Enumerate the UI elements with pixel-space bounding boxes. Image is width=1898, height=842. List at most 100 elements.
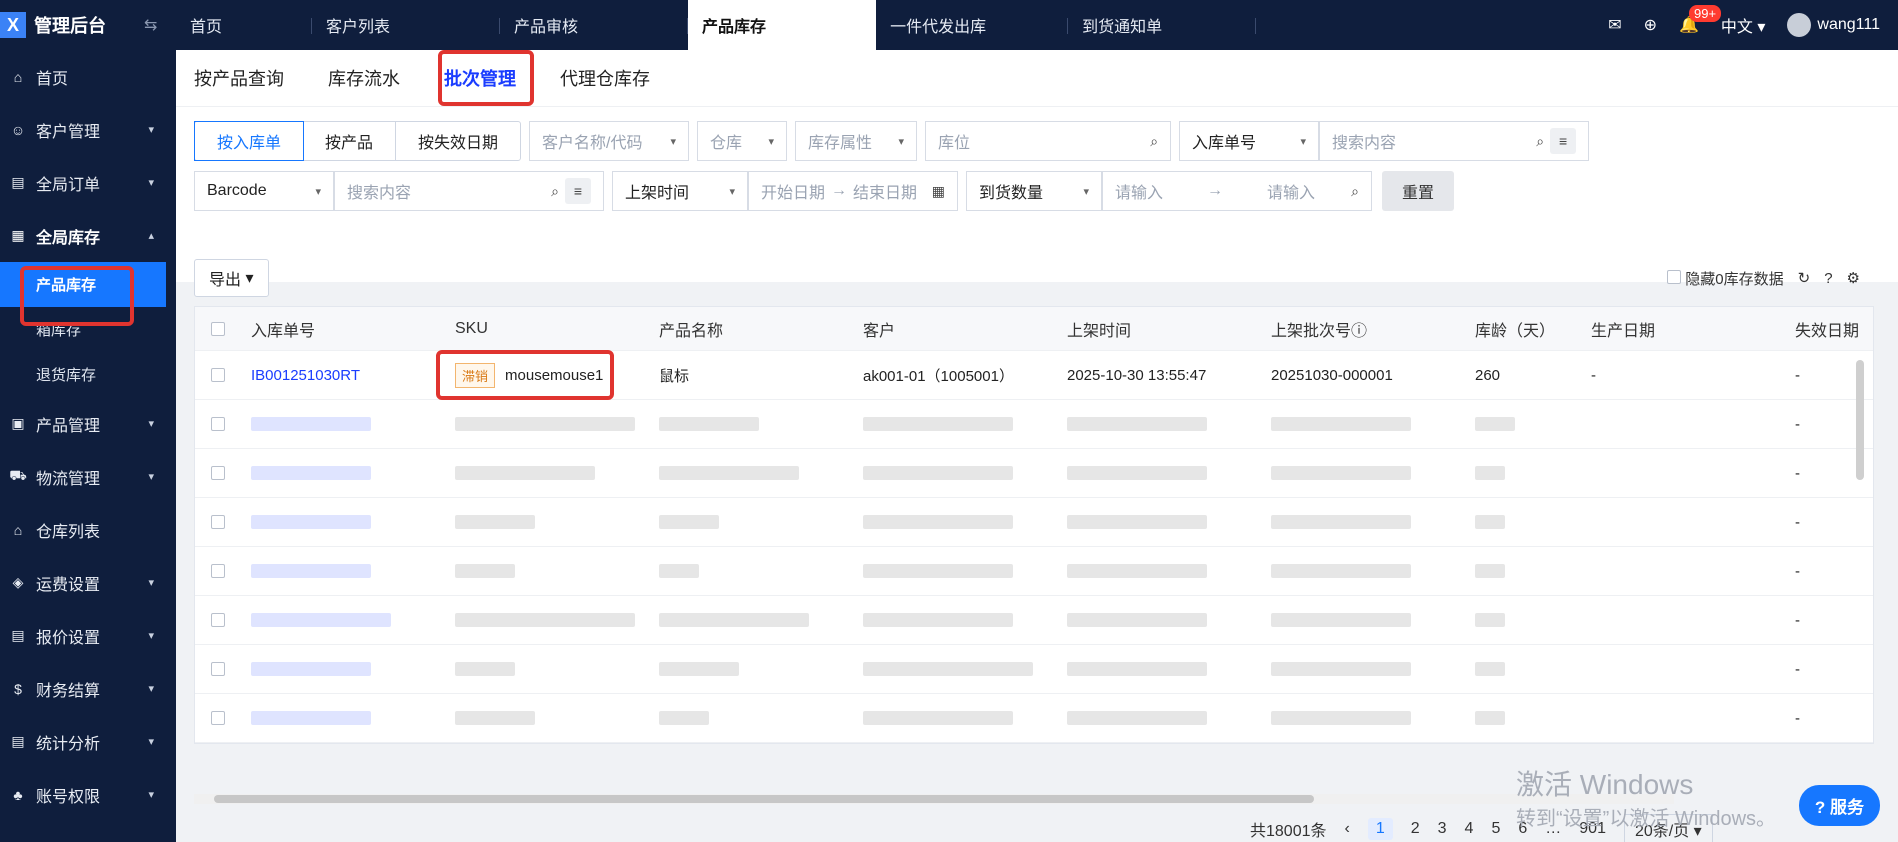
- subtab-agent-warehouse[interactable]: 代理仓库存: [560, 65, 650, 91]
- barcode-select[interactable]: Barcode ▾: [194, 171, 334, 211]
- collapse-toggle-icon[interactable]: ⇆: [144, 15, 157, 35]
- sidebar-subitem-product-stock[interactable]: 产品库存: [0, 262, 166, 307]
- tab-arrival-notice[interactable]: 到货通知单: [1068, 0, 1257, 50]
- search-icon[interactable]: ⌕: [1150, 133, 1158, 150]
- col-age[interactable]: 库龄（天）: [1465, 317, 1581, 341]
- page-2[interactable]: 2: [1411, 820, 1420, 838]
- sidebar-item-stats[interactable]: ▤ 统计分析 ▾: [0, 715, 176, 768]
- location-input[interactable]: 库位 ⌕: [925, 121, 1172, 161]
- row-checkbox[interactable]: [211, 613, 225, 627]
- tab-product-stock[interactable]: 产品库存: [688, 0, 877, 50]
- sidebar-subitem-box-stock[interactable]: 箱库存: [0, 307, 176, 352]
- inbound-field-select[interactable]: 入库单号 ▾: [1179, 121, 1320, 161]
- page-1[interactable]: 1: [1367, 818, 1393, 840]
- row-checkbox[interactable]: [211, 368, 225, 382]
- scrollbar-thumb[interactable]: [214, 795, 1314, 803]
- search-icon[interactable]: ⌕: [551, 183, 559, 200]
- date-range-picker[interactable]: 开始日期 → 结束日期 ▦: [748, 171, 958, 211]
- row-checkbox[interactable]: [211, 662, 225, 676]
- sidebar-item-inventory[interactable]: ▦ 全局库存 ▴: [0, 209, 176, 262]
- redacted-text: [863, 711, 1013, 725]
- sku-value: mousemouse1: [505, 366, 604, 384]
- sidebar-subitem-return-stock[interactable]: 退货库存: [0, 352, 176, 397]
- inbound-search-input[interactable]: 搜索内容 ⌕ ≡: [1319, 121, 1590, 161]
- query-mode-toggle: 按入库单 按产品 按失效日期: [194, 121, 522, 161]
- mode-by-product[interactable]: 按产品: [303, 122, 397, 160]
- hide-zero-toggle[interactable]: 隐藏0库存数据: [1667, 268, 1784, 289]
- tab-label: 客户列表: [326, 19, 391, 36]
- row-checkbox[interactable]: [211, 515, 225, 529]
- mode-by-inbound[interactable]: 按入库单: [194, 121, 305, 161]
- page-4[interactable]: 4: [1465, 820, 1474, 838]
- export-button[interactable]: 导出 ▾: [194, 259, 269, 297]
- batch-filter-icon[interactable]: ≡: [1550, 128, 1577, 154]
- settings-icon[interactable]: ⚙: [1847, 269, 1860, 287]
- bell-icon[interactable]: 🔔 99+: [1679, 5, 1722, 35]
- sidebar-item-accounts[interactable]: ♣ 账号权限 ▾: [0, 768, 176, 821]
- col-sku[interactable]: SKU: [445, 320, 649, 338]
- checkbox[interactable]: [1667, 269, 1682, 284]
- tab-home[interactable]: 首页: [176, 0, 313, 50]
- subtab-batch-management[interactable]: 批次管理: [444, 65, 516, 91]
- col-shelf-time[interactable]: 上架时间: [1057, 317, 1261, 341]
- tab-dropship-outbound[interactable]: 一件代发出库: [876, 0, 1069, 50]
- row-checkbox[interactable]: [211, 417, 225, 431]
- col-produce-date[interactable]: 生产日期: [1581, 317, 1785, 341]
- mode-by-expire[interactable]: 按失效日期: [396, 122, 520, 160]
- redacted-text: [1067, 466, 1207, 480]
- sidebar-item-customers[interactable]: ☺ 客户管理 ▾: [0, 103, 176, 156]
- search-icon[interactable]: ⌕: [1351, 183, 1359, 200]
- help-icon[interactable]: ?: [1824, 270, 1832, 287]
- sidebar-item-quote[interactable]: ▤ 报价设置 ▾: [0, 609, 176, 662]
- barcode-search-input[interactable]: 搜索内容 ⌕ ≡: [334, 171, 604, 211]
- vertical-scrollbar[interactable]: [1856, 360, 1864, 480]
- page-3[interactable]: 3: [1438, 820, 1447, 838]
- language-select[interactable]: 中文 ▾: [1721, 13, 1766, 37]
- redacted-text: [659, 466, 799, 480]
- hide-zero-label: 隐藏0库存数据: [1685, 270, 1784, 288]
- sidebar-item-freight[interactable]: ◈ 运费设置 ▾: [0, 556, 176, 609]
- user-menu[interactable]: wang111: [1787, 13, 1880, 37]
- sidebar-item-label: 首页: [36, 70, 69, 88]
- col-product[interactable]: 产品名称: [649, 317, 853, 341]
- redacted-text: [1067, 417, 1207, 431]
- col-batch-no[interactable]: 上架批次号 ⓘ: [1261, 317, 1465, 341]
- col-inbound-no[interactable]: 入库单号: [241, 317, 445, 341]
- service-button[interactable]: ? 服务: [1798, 785, 1880, 826]
- avatar: [1787, 13, 1812, 37]
- qty-range-input[interactable]: 请输入 → 请输入 ⌕: [1102, 171, 1372, 211]
- page-5[interactable]: 5: [1491, 820, 1500, 838]
- subtab-stock-flow[interactable]: 库存流水: [328, 65, 400, 91]
- search-icon[interactable]: ⌕: [1536, 133, 1544, 150]
- sidebar-item-products[interactable]: ▣ 产品管理 ▾: [0, 397, 176, 450]
- col-expire-date[interactable]: 失效日期: [1785, 317, 1875, 341]
- select-all-checkbox[interactable]: [211, 321, 225, 336]
- row-checkbox[interactable]: [211, 564, 225, 578]
- tab-customer-list[interactable]: 客户列表: [312, 0, 501, 50]
- subtab-by-product[interactable]: 按产品查询: [194, 65, 284, 91]
- inbox-icon[interactable]: ✉: [1608, 15, 1621, 35]
- reset-button[interactable]: 重置: [1382, 171, 1455, 211]
- stock-attr-select[interactable]: 库存属性 ▾: [795, 121, 918, 161]
- inbound-no-link[interactable]: IB001251030RT: [241, 367, 445, 384]
- row-checkbox[interactable]: [211, 466, 225, 480]
- sidebar-item-warehouses[interactable]: ⌂ 仓库列表: [0, 503, 176, 556]
- download-icon[interactable]: ⊕: [1644, 15, 1657, 35]
- prev-page-icon[interactable]: ‹: [1345, 820, 1350, 838]
- info-icon[interactable]: ⓘ: [1351, 317, 1367, 341]
- batch-filter-icon[interactable]: ≡: [565, 178, 591, 204]
- tab-product-review[interactable]: 产品审核: [500, 0, 689, 50]
- warehouse-select[interactable]: 仓库 ▾: [697, 121, 788, 161]
- customer-select[interactable]: 客户名称/代码 ▾: [529, 121, 690, 161]
- horizontal-scrollbar[interactable]: [194, 794, 1674, 804]
- sidebar-item-logistics[interactable]: ⛟ 物流管理 ▾: [0, 450, 176, 503]
- shelf-time-select[interactable]: 上架时间 ▾: [612, 171, 748, 211]
- col-customer[interactable]: 客户: [853, 317, 1057, 341]
- sidebar-item-finance[interactable]: $ 财务结算 ▾: [0, 662, 176, 715]
- arrival-qty-select[interactable]: 到货数量 ▾: [966, 171, 1102, 211]
- sidebar-item-orders[interactable]: ▤ 全局订单 ▾: [0, 156, 176, 209]
- refresh-icon[interactable]: ↻: [1798, 269, 1811, 287]
- brand[interactable]: X 管理后台 ⇆: [0, 0, 176, 50]
- row-checkbox[interactable]: [211, 711, 225, 725]
- sidebar-item-home[interactable]: ⌂ 首页: [0, 50, 176, 103]
